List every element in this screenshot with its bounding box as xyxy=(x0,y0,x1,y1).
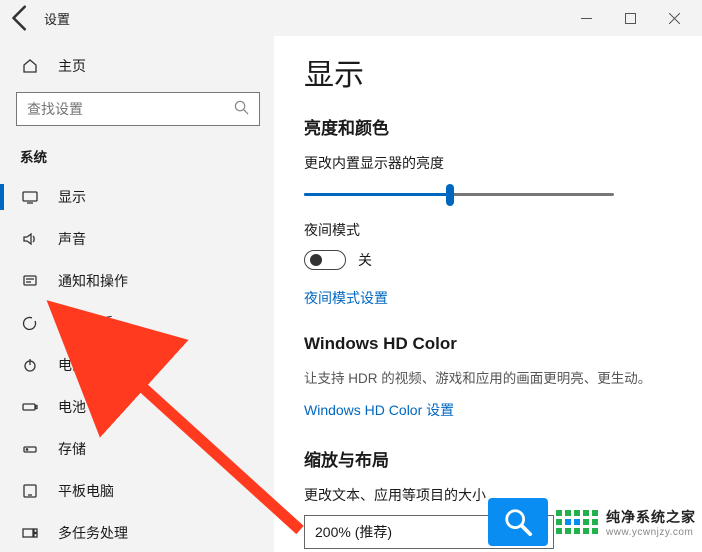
sidebar-item-power[interactable]: 电源和睡眠 xyxy=(0,344,274,386)
sidebar-nav: 显示 声音 通知和操作 专注助手 xyxy=(0,176,274,552)
power-icon xyxy=(20,357,40,373)
sidebar-item-label: 专注助手 xyxy=(58,313,114,333)
sidebar-item-tablet[interactable]: 平板电脑 xyxy=(0,470,274,512)
tablet-icon xyxy=(20,483,40,499)
watermark: 纯净系统之家 www.ycwnjzy.com xyxy=(488,498,696,546)
multitask-icon xyxy=(20,525,40,541)
window-controls xyxy=(564,3,696,33)
back-button[interactable] xyxy=(6,3,36,33)
sidebar-item-battery[interactable]: 电池 xyxy=(0,386,274,428)
watermark-brand: 纯净系统之家 xyxy=(606,507,696,527)
close-button[interactable] xyxy=(652,3,696,33)
watermark-squares-icon xyxy=(556,510,598,534)
scale-select-value: 200% (推荐) xyxy=(315,522,392,542)
sidebar-item-focus[interactable]: 专注助手 xyxy=(0,302,274,344)
sidebar-item-label: 平板电脑 xyxy=(58,481,114,501)
sound-icon xyxy=(20,231,40,247)
sidebar-item-label: 声音 xyxy=(58,229,86,249)
page-title: 显示 xyxy=(304,50,682,94)
focus-icon xyxy=(20,315,40,331)
toggle-state-label: 关 xyxy=(358,250,372,270)
watermark-url: www.ycwnjzy.com xyxy=(606,527,693,538)
sidebar-item-label: 电源和睡眠 xyxy=(58,355,128,375)
night-mode-settings-link[interactable]: 夜间模式设置 xyxy=(304,288,682,308)
storage-icon xyxy=(20,441,40,457)
sidebar-item-multitask[interactable]: 多任务处理 xyxy=(0,512,274,552)
watermark-mag-icon xyxy=(488,498,548,546)
sidebar-item-label: 通知和操作 xyxy=(58,271,128,291)
sidebar-item-storage[interactable]: 存储 xyxy=(0,428,274,470)
brightness-heading: 亮度和颜色 xyxy=(304,114,682,139)
sidebar-home-label: 主页 xyxy=(58,56,86,76)
sidebar-home[interactable]: 主页 xyxy=(0,46,274,86)
watermark-text-col: 纯净系统之家 www.ycwnjzy.com xyxy=(606,507,696,538)
brightness-slider-label: 更改内置显示器的亮度 xyxy=(304,153,682,173)
minimize-button[interactable] xyxy=(564,3,608,33)
sidebar-item-sound[interactable]: 声音 xyxy=(0,218,274,260)
sidebar-category: 系统 xyxy=(0,140,274,176)
night-mode-label: 夜间模式 xyxy=(304,220,682,240)
hdr-desc: 让支持 HDR 的视频、游戏和应用的画面更明亮、更生动。 xyxy=(304,368,682,390)
sidebar-item-label: 存储 xyxy=(58,439,86,459)
brightness-slider[interactable] xyxy=(304,193,614,196)
toggle-knob xyxy=(310,254,322,266)
app-title: 设置 xyxy=(44,9,70,28)
notification-icon xyxy=(20,273,40,289)
app-body: 主页 系统 显示 声音 xyxy=(0,36,702,552)
sidebar-item-label: 电池 xyxy=(58,397,86,417)
scale-heading: 缩放与布局 xyxy=(304,446,682,471)
sidebar: 主页 系统 显示 声音 xyxy=(0,36,274,552)
home-icon xyxy=(20,58,40,74)
content-pane: 显示 亮度和颜色 更改内置显示器的亮度 夜间模式 关 夜间模式设置 Window… xyxy=(274,36,702,552)
night-mode-toggle-row: 关 xyxy=(304,250,682,270)
search-box[interactable] xyxy=(16,92,260,126)
search-container xyxy=(0,86,274,140)
sidebar-item-label: 显示 xyxy=(58,187,86,207)
night-mode-toggle[interactable] xyxy=(304,250,346,270)
titlebar: 设置 xyxy=(0,0,702,36)
search-input[interactable] xyxy=(27,101,234,117)
sidebar-item-display[interactable]: 显示 xyxy=(0,176,274,218)
slider-thumb[interactable] xyxy=(446,184,454,206)
hdr-heading: Windows HD Color xyxy=(304,334,682,354)
display-icon xyxy=(20,189,40,205)
sidebar-item-label: 多任务处理 xyxy=(58,523,128,543)
sidebar-item-notifications[interactable]: 通知和操作 xyxy=(0,260,274,302)
maximize-button[interactable] xyxy=(608,3,652,33)
search-icon xyxy=(234,100,249,118)
battery-icon xyxy=(20,399,40,415)
hdr-link[interactable]: Windows HD Color 设置 xyxy=(304,400,682,420)
